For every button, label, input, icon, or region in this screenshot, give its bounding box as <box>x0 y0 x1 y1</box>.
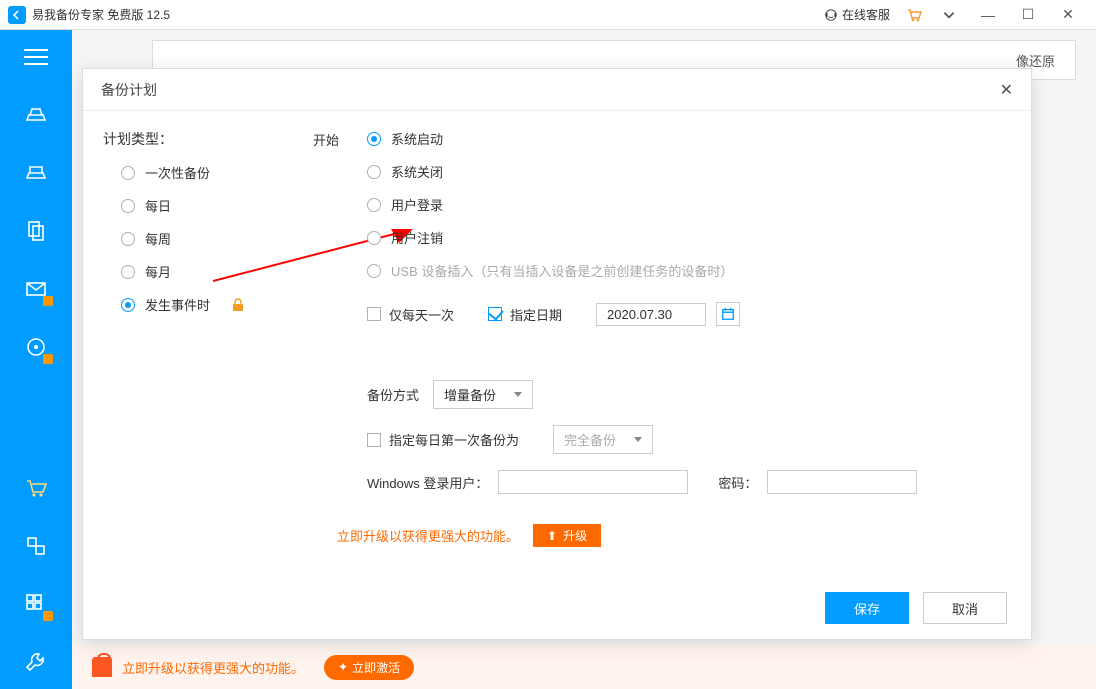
backup-schedule-dialog: 备份计划 ✕ 计划类型： 一次性 <box>82 68 1032 640</box>
calendar-button[interactable] <box>716 302 740 326</box>
cancel-button[interactable]: 取消 <box>923 592 1007 624</box>
chevron-down-icon <box>514 392 522 397</box>
radio-icon <box>367 132 381 146</box>
dialog-header: 备份计划 ✕ <box>83 69 1031 111</box>
plan-type-daily[interactable]: 每日 <box>121 196 313 215</box>
close-button[interactable]: ✕ <box>1048 6 1088 23</box>
first-daily-backup-dropdown[interactable]: 完全备份 <box>553 425 653 454</box>
disk-backup-icon[interactable] <box>23 102 49 128</box>
windows-user-input[interactable] <box>498 470 688 494</box>
mail-backup-icon[interactable] <box>23 276 49 302</box>
titlebar: 易我备份专家 免费版 12.5 在线客服 — ☐ ✕ <box>0 0 1096 30</box>
start-label: 开始 <box>313 129 367 294</box>
file-backup-icon[interactable] <box>23 218 49 244</box>
radio-icon <box>121 232 135 246</box>
radio-icon <box>121 265 135 279</box>
password-input[interactable] <box>767 470 917 494</box>
dialog-promo-text: 立即升级以获得更强大的功能。 <box>337 526 519 545</box>
radio-icon <box>367 165 381 179</box>
plan-type-monthly[interactable]: 每月 <box>121 262 313 281</box>
backup-method-label: 备份方式 <box>367 385 423 404</box>
dropdown-caret-icon[interactable] <box>942 8 960 22</box>
trigger-user-logout[interactable]: 用户注销 <box>367 228 1011 247</box>
close-icon[interactable]: ✕ <box>1000 80 1013 100</box>
plan-type-weekly[interactable]: 每周 <box>121 229 313 248</box>
clone-icon[interactable] <box>23 334 49 360</box>
upgrade-button[interactable]: ⬆ 升级 <box>533 524 601 547</box>
online-support-label: 在线客服 <box>842 6 890 23</box>
settings-icon[interactable] <box>23 649 49 675</box>
radio-icon <box>367 231 381 245</box>
lock-icon <box>232 298 244 312</box>
radio-icon <box>121 166 135 180</box>
menu-icon[interactable] <box>23 44 49 70</box>
date-display[interactable]: 2020.07.30 <box>596 303 706 326</box>
checkbox-icon <box>488 307 502 321</box>
dialog-title: 备份计划 <box>101 80 157 100</box>
dialog-footer: 保存 取消 <box>83 577 1031 639</box>
transfer-icon[interactable] <box>23 533 49 559</box>
first-daily-backup-checkbox[interactable]: 指定每日第一次备份为 <box>367 430 519 449</box>
maximize-button[interactable]: ☐ <box>1008 6 1048 23</box>
system-backup-icon[interactable] <box>23 160 49 186</box>
online-support-link[interactable]: 在线客服 <box>824 6 890 23</box>
radio-icon <box>121 199 135 213</box>
trigger-user-login[interactable]: 用户登录 <box>367 195 1011 214</box>
plan-type-heading: 计划类型： <box>103 129 313 149</box>
radio-icon <box>121 298 135 312</box>
windows-user-label: Windows 登录用户： <box>367 473 488 492</box>
sidebar-cart-icon[interactable] <box>23 475 49 501</box>
cart-icon[interactable] <box>906 7 926 23</box>
trigger-system-startup[interactable]: 系统启动 <box>367 129 1011 148</box>
save-button[interactable]: 保存 <box>825 592 909 624</box>
checkbox-icon <box>367 433 381 447</box>
plan-type-event[interactable]: 发生事件时 <box>121 295 313 314</box>
minimize-button[interactable]: — <box>968 7 1008 23</box>
once-per-day-checkbox[interactable]: 仅每天一次 <box>367 305 454 324</box>
plan-type-once[interactable]: 一次性备份 <box>121 163 313 182</box>
specify-date-checkbox[interactable]: 指定日期 <box>488 305 562 324</box>
radio-icon <box>367 198 381 212</box>
tools-icon[interactable] <box>23 591 49 617</box>
radio-icon <box>367 264 381 278</box>
backup-method-dropdown[interactable]: 增量备份 <box>433 380 533 409</box>
sidebar <box>0 30 72 689</box>
trigger-usb-insert[interactable]: USB 设备插入（只有当插入设备是之前创建任务的设备时） <box>367 261 1011 280</box>
upload-icon: ⬆ <box>547 529 557 543</box>
trigger-system-shutdown[interactable]: 系统关闭 <box>367 162 1011 181</box>
checkbox-icon <box>367 307 381 321</box>
app-logo-icon <box>8 6 26 24</box>
main-area: 像还原 立即升级以获得更强大的功能。 ✦立即激活 备份计划 ✕ <box>72 30 1096 689</box>
password-label: 密码： <box>718 473 757 492</box>
app-title: 易我备份专家 免费版 12.5 <box>32 6 170 23</box>
chevron-down-icon <box>634 437 642 442</box>
